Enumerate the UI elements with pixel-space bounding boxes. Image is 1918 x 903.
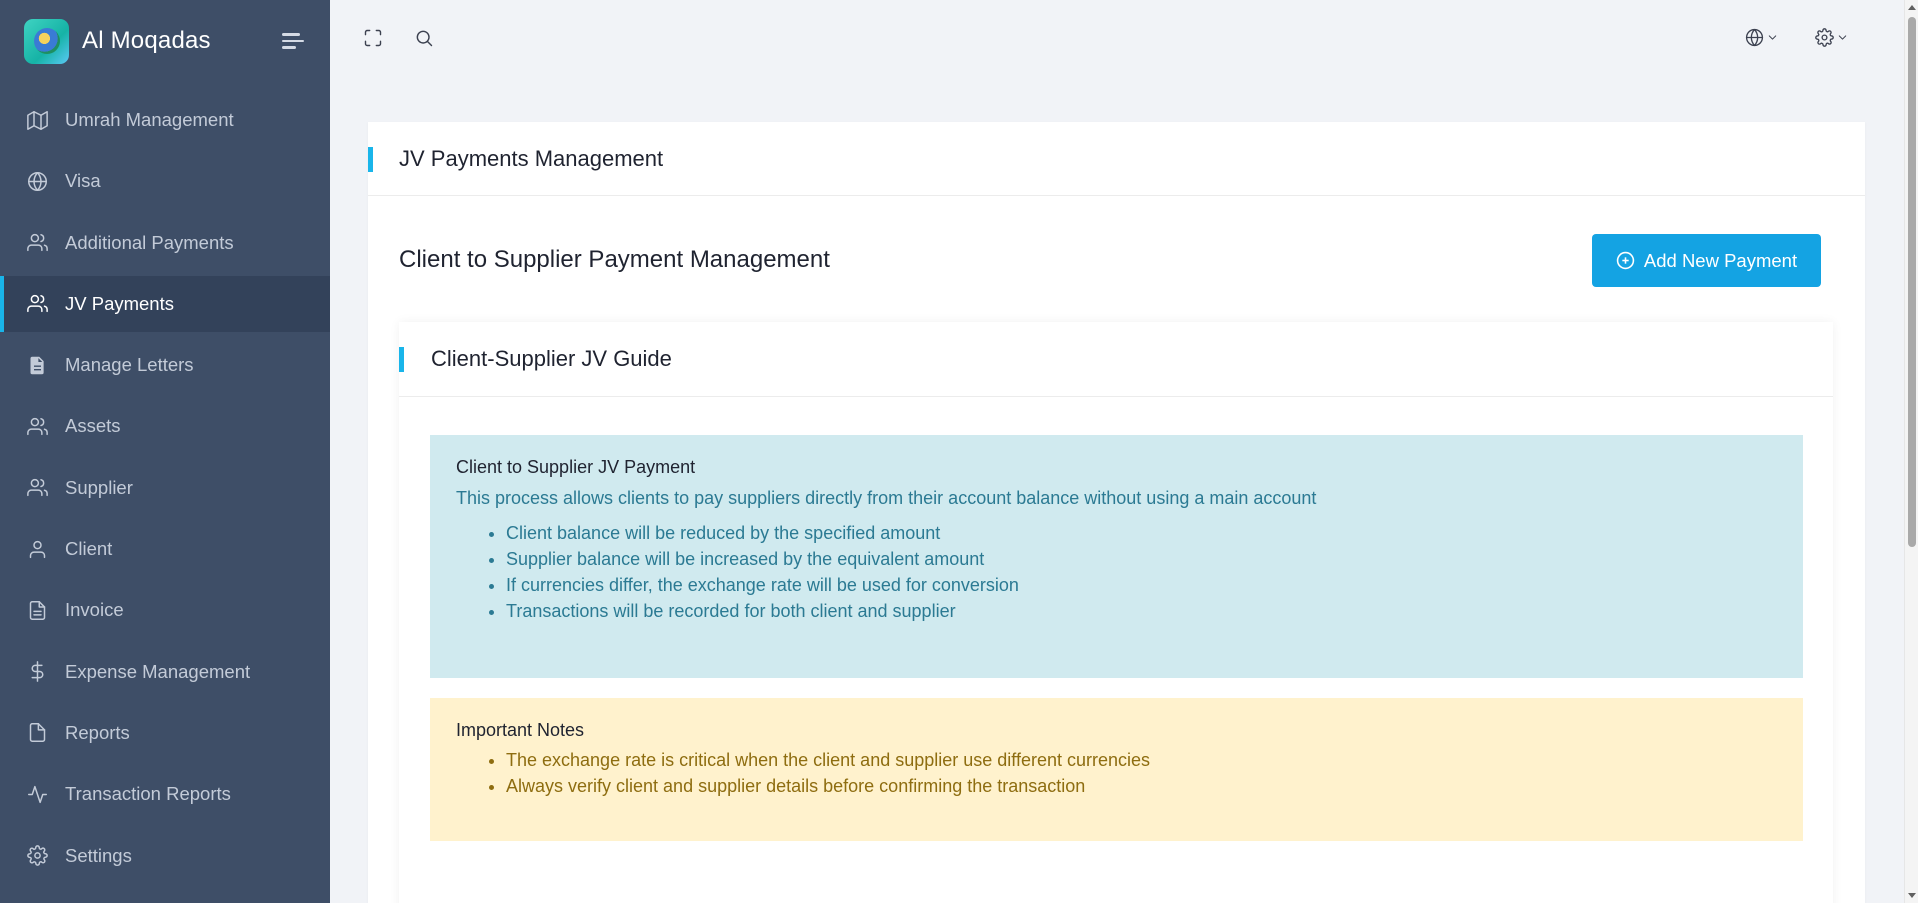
document-icon bbox=[26, 354, 48, 376]
sidebar-nav: Umrah Management Visa Additional Payment… bbox=[0, 92, 330, 884]
accent-bar bbox=[399, 347, 404, 372]
list-item: Transactions will be recorded for both c… bbox=[506, 598, 1803, 624]
card-header: JV Payments Management bbox=[368, 122, 1865, 196]
sidebar-item-client[interactable]: Client bbox=[0, 521, 330, 577]
sidebar: Al Moqadas Umrah Management Visa Additio… bbox=[0, 0, 330, 903]
globe-icon bbox=[26, 170, 48, 192]
settings-dropdown[interactable] bbox=[1815, 28, 1849, 47]
language-dropdown[interactable] bbox=[1745, 28, 1779, 47]
sidebar-item-jv-payments[interactable]: JV Payments bbox=[0, 275, 330, 332]
activity-icon bbox=[26, 783, 48, 805]
search-icon[interactable] bbox=[414, 28, 436, 50]
sidebar-item-supplier[interactable]: Supplier bbox=[0, 460, 330, 516]
sidebar-item-label: Manage Letters bbox=[65, 354, 194, 376]
main-card: JV Payments Management Client to Supplie… bbox=[368, 122, 1865, 903]
sidebar-item-label: Umrah Management bbox=[65, 109, 234, 130]
globe-icon bbox=[1745, 28, 1764, 47]
info-alert-text: This process allows clients to pay suppl… bbox=[456, 488, 1317, 508]
brand-name: Al Moqadas bbox=[82, 27, 211, 54]
sidebar-item-assets[interactable]: Assets bbox=[0, 398, 330, 454]
list-item: If currencies differ, the exchange rate … bbox=[506, 572, 1803, 598]
plus-circle-icon bbox=[1616, 251, 1635, 270]
jv-guide-card: Client-Supplier JV Guide Client to Suppl… bbox=[399, 322, 1833, 903]
info-alert-list: Client balance will be reduced by the sp… bbox=[506, 520, 1803, 624]
notes-alert: Important Notes The exchange rate is cri… bbox=[430, 698, 1803, 841]
sidebar-item-reports[interactable]: Reports bbox=[0, 705, 330, 761]
scroll-down-icon[interactable] bbox=[1908, 893, 1916, 898]
sidebar-item-label: Expense Management bbox=[65, 660, 251, 682]
info-alert: Client to Supplier JV Payment This proce… bbox=[430, 435, 1803, 678]
sidebar-item-invoice[interactable]: Invoice bbox=[0, 582, 330, 638]
sidebar-item-visa[interactable]: Visa bbox=[0, 153, 330, 209]
app-logo[interactable] bbox=[24, 18, 69, 64]
file-text-icon bbox=[26, 599, 48, 621]
sidebar-item-label: Visa bbox=[65, 170, 101, 192]
scroll-up-icon[interactable] bbox=[1908, 5, 1916, 10]
list-item: Client balance will be reduced by the sp… bbox=[506, 520, 1803, 546]
list-item: Always verify client and supplier detail… bbox=[506, 773, 1803, 799]
user-icon bbox=[26, 538, 48, 560]
users-icon bbox=[26, 232, 48, 254]
guide-title: Client-Supplier JV Guide bbox=[431, 346, 672, 371]
fullscreen-icon[interactable] bbox=[363, 28, 385, 50]
chevron-down-icon bbox=[1838, 35, 1847, 40]
topbar bbox=[330, 0, 1904, 80]
dollar-icon bbox=[26, 661, 48, 683]
sidebar-toggle-icon[interactable] bbox=[282, 29, 306, 53]
sidebar-item-transaction-reports[interactable]: Transaction Reports bbox=[0, 766, 330, 822]
section-title: Client to Supplier Payment Management bbox=[399, 246, 830, 273]
users-icon bbox=[26, 477, 48, 499]
sidebar-item-label: Supplier bbox=[65, 476, 133, 498]
file-icon bbox=[26, 722, 48, 744]
sidebar-item-label: Invoice bbox=[65, 599, 124, 621]
chevron-down-icon bbox=[1768, 35, 1777, 40]
page-scrollbar[interactable] bbox=[1904, 0, 1918, 903]
add-new-payment-button[interactable]: Add New Payment bbox=[1592, 234, 1821, 287]
add-button-label: Add New Payment bbox=[1643, 249, 1798, 271]
info-alert-heading: Client to Supplier JV Payment bbox=[456, 457, 696, 477]
scroll-thumb[interactable] bbox=[1908, 17, 1916, 547]
sidebar-item-additional-payments[interactable]: Additional Payments bbox=[0, 215, 330, 271]
list-item: Supplier balance will be increased by th… bbox=[506, 546, 1803, 572]
sidebar-item-label: Transaction Reports bbox=[65, 783, 231, 805]
notes-alert-list: The exchange rate is critical when the c… bbox=[506, 747, 1803, 799]
sidebar-item-label: Client bbox=[65, 538, 113, 560]
sidebar-item-manage-letters[interactable]: Manage Letters bbox=[0, 337, 330, 393]
map-icon bbox=[26, 109, 48, 131]
list-item: The exchange rate is critical when the c… bbox=[506, 747, 1803, 773]
notes-alert-heading: Important Notes bbox=[456, 720, 585, 740]
sidebar-item-umrah-management[interactable]: Umrah Management bbox=[0, 92, 330, 148]
sidebar-item-label: Assets bbox=[65, 415, 121, 437]
page-title: JV Payments Management bbox=[399, 145, 664, 171]
sidebar-item-label: JV Payments bbox=[65, 292, 174, 314]
gear-icon bbox=[1815, 28, 1834, 47]
sidebar-item-label: Settings bbox=[65, 844, 132, 866]
sidebar-item-settings[interactable]: Settings bbox=[0, 828, 330, 884]
sidebar-item-label: Reports bbox=[65, 721, 130, 743]
gear-icon bbox=[26, 845, 48, 867]
users-icon bbox=[26, 293, 48, 315]
accent-bar bbox=[368, 147, 373, 172]
sidebar-item-label: Additional Payments bbox=[65, 231, 234, 253]
sidebar-item-expense-management[interactable]: Expense Management bbox=[0, 644, 330, 700]
guide-header: Client-Supplier JV Guide bbox=[399, 322, 1833, 397]
brand: Al Moqadas bbox=[0, 0, 330, 82]
users-icon bbox=[26, 415, 48, 437]
